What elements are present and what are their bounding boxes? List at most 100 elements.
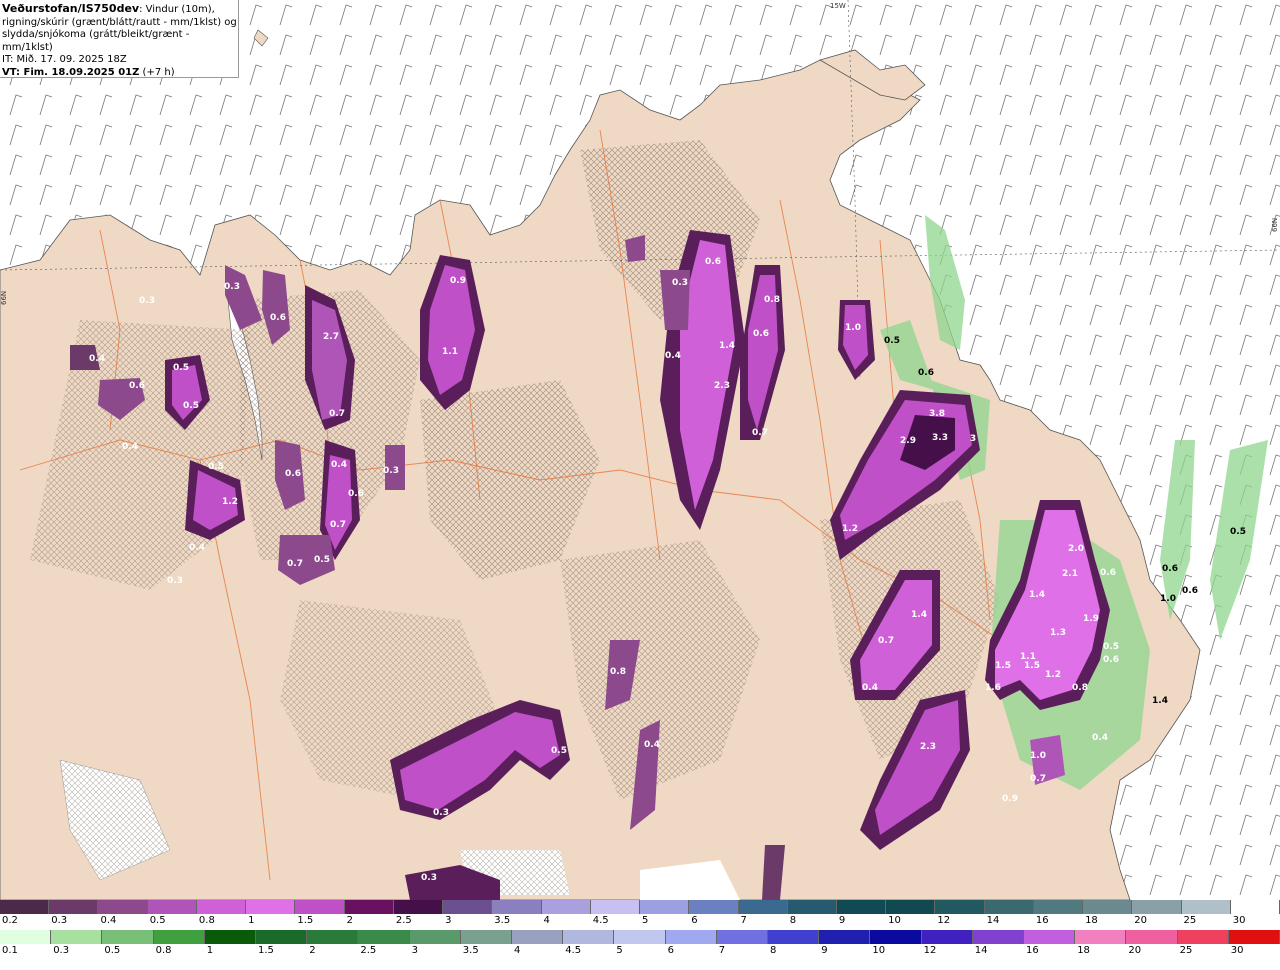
legend-swatch (1230, 900, 1280, 914)
precip-value-label: 0.4 (89, 354, 105, 364)
precip-value-label: 0.5 (173, 363, 189, 373)
precip-value-label: 1.0 (845, 323, 861, 333)
precip-value-label: 0.8 (610, 667, 626, 677)
legend-swatch (563, 930, 615, 944)
precip-value-label: 1.4 (1029, 590, 1045, 600)
legend-tick: 16 (1035, 915, 1049, 926)
precip-value-label: 0.3 (139, 296, 155, 306)
precip-value-label: 1.5 (995, 661, 1011, 671)
precip-value-label: 0.5 (884, 336, 900, 346)
precip-value-label: 0.6 (348, 489, 364, 499)
legend-snow-ticks: 0.2 0.3 0.4 0.5 0.8 1 1.5 2 2.5 3 3.5 4 4.5 5 6 7 8 9 10 12… (0, 915, 1280, 929)
legend-tick: 9 (838, 915, 846, 926)
legend-tick: 4 (543, 915, 550, 926)
precip-value-label: 1.2 (842, 524, 858, 534)
precip-value-label: 0.4 (665, 351, 681, 361)
precip-value-label: 2.0 (1068, 544, 1084, 554)
legend-swatch (1181, 900, 1231, 914)
legend-swatch (590, 900, 641, 914)
legend-swatch (738, 900, 788, 914)
precip-value-label: 3.8 (929, 409, 945, 419)
precip-value-label: 0.7 (878, 636, 894, 646)
precip-value-label: 0.6 (270, 313, 286, 323)
precip-value-label: 1.0 (1160, 594, 1176, 604)
legend-tick: 0.2 (2, 915, 18, 926)
legend-swatch (1075, 930, 1127, 944)
legend-tick: 7 (718, 945, 726, 956)
legend-rain: 0.1 0.3 0.5 0.8 1 1.5 2 2.5 3 3.5 4 4.5 5 6 7 8 9 10 12 14 1… (0, 930, 1280, 970)
legend-tick: 0.1 (2, 945, 18, 956)
legend-tick: 25 (1179, 945, 1193, 956)
legend-swatch (935, 900, 985, 914)
legend-tick: 18 (1085, 915, 1098, 926)
lon-label-15w: 15W (830, 2, 846, 10)
precip-value-label: 0.3 (167, 576, 183, 586)
precip-value-label: 0.6 (1100, 568, 1116, 578)
precip-value-label: 0.7 (287, 559, 303, 569)
legend-tick: 10 (888, 915, 901, 926)
precip-value-label: 1.4 (911, 610, 927, 620)
legend-tick: 0.8 (198, 915, 215, 926)
precip-value-label: 0.4 (122, 442, 138, 452)
legend-tick: 1.5 (297, 915, 314, 926)
legend-swatch (295, 900, 345, 914)
precip-value-label: 0.8 (1072, 683, 1088, 693)
legend-tick: 2 (309, 945, 316, 956)
precip-value-label: 0.3 (672, 278, 688, 288)
precip-value-label: 0.6 (285, 469, 301, 479)
precip-value-label: 0.5 (314, 555, 330, 565)
precip-value-label: 0.3 (421, 873, 437, 883)
precip-value-label: 1.1 (442, 347, 458, 357)
legend-swatch (1083, 900, 1133, 914)
legend-swatch (640, 900, 690, 914)
legend-tick: 1 (206, 945, 214, 956)
legend-swatch (716, 930, 769, 944)
legend-swatch (49, 900, 99, 914)
precip-value-label: 2.1 (1062, 569, 1078, 579)
legend-swatch (787, 900, 837, 914)
precip-value-label: 0.5 (551, 746, 567, 756)
legend-tick: 14 (974, 945, 988, 956)
legend-tick: 18 (1077, 945, 1090, 956)
precip-value-label: 1.2 (222, 497, 238, 507)
legend-swatch (0, 930, 52, 944)
legend-swatch (358, 930, 410, 944)
legend-tick: 6 (691, 915, 698, 926)
legend-tick: 4 (514, 945, 521, 956)
legend-tick: 5 (642, 915, 649, 926)
legend-swatch (102, 930, 154, 944)
precip-value-label: 0.7 (329, 409, 345, 419)
legend-tick: 7 (740, 915, 747, 926)
precip-value-label: 0.5 (1230, 527, 1246, 537)
precip-value-label: 0.4 (1092, 733, 1108, 743)
legend-tick: 8 (789, 915, 797, 926)
precip-value-label: 0.6 (1103, 655, 1119, 665)
precip-value-label: 0.7 (330, 520, 346, 530)
precip-value-label: 1.4 (719, 341, 735, 351)
map-info-box: Veðurstofan/IS750dev: Vindur (10m), rign… (0, 0, 239, 78)
legend-swatch (147, 900, 197, 914)
legend-tick: 12 (937, 915, 951, 926)
precip-value-label: 1.6 (985, 683, 1001, 693)
legend-swatch (1126, 930, 1178, 944)
legend-swatch (196, 900, 247, 914)
precip-value-label: 2.3 (920, 742, 936, 752)
legend-swatch (819, 930, 871, 944)
legend-swatch (1132, 900, 1182, 914)
precip-value-label: 0.6 (1182, 586, 1198, 596)
legend-swatch (344, 900, 394, 914)
legend-tick: 4.5 (565, 945, 582, 956)
precip-value-label: 0.6 (705, 257, 721, 267)
legend-swatch (614, 930, 666, 944)
legend-tick: 0.5 (149, 915, 166, 926)
legend-tick: 2.5 (395, 915, 412, 926)
legend-swatch (307, 930, 359, 944)
legend-tick: 1.5 (258, 945, 274, 956)
valid-time: VT: Fim. 18.09.2025 01Z (2, 66, 140, 78)
legend-snow-swatches (0, 900, 1280, 914)
legend-rain-ticks: 0.1 0.3 0.5 0.8 1 1.5 2 2.5 3 3.5 4 4.5 5 6 7 8 9 10 12 14 1… (0, 945, 1280, 959)
precip-value-label: 0.3 (224, 282, 240, 292)
legend-swatch (153, 930, 205, 944)
legend-swatch (972, 930, 1025, 944)
precip-value-label: 0.8 (764, 295, 780, 305)
